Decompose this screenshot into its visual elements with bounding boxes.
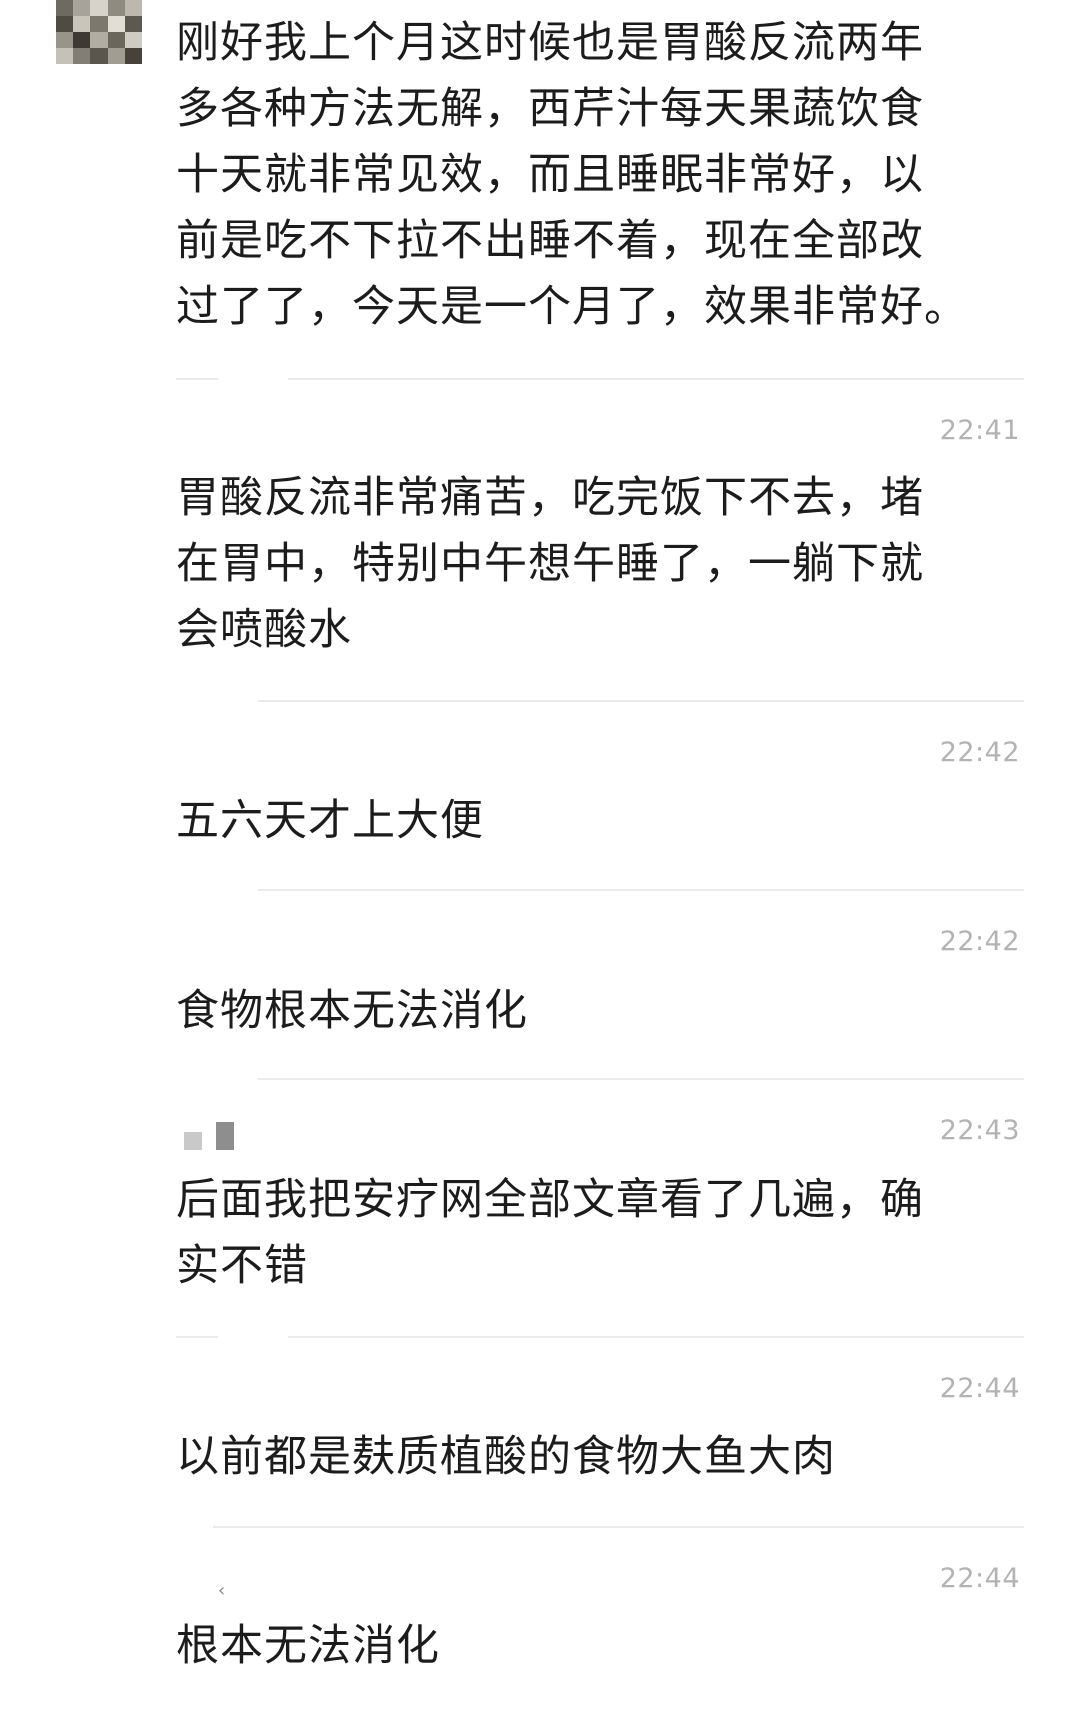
blurred-sender-name [184,1122,234,1150]
small-mark-icon: ‹ [218,1580,226,1601]
message-timestamp: 22:44 [939,1373,1020,1404]
message-text: 后面我把安疗网全部文章看了几遍，确 实不错 [176,1175,924,1291]
message-timestamp: 22:42 [939,737,1020,768]
divider [258,1078,1024,1080]
divider [258,889,1024,891]
message-text: 胃酸反流非常痛苦，吃完饭下不去，堵 在胃中，特别中午想午睡了，一躺下就 会喷酸水 [176,473,924,655]
message-timestamp: 22:42 [939,926,1020,957]
divider [258,700,1024,702]
message-text: 根本无法消化 [176,1621,440,1671]
avatar[interactable] [56,0,142,64]
divider [176,378,1024,380]
message-timestamp: 22:44 [939,1563,1020,1594]
message-text: 以前都是麸质植酸的食物大鱼大肉 [176,1432,836,1482]
message-text: 五六天才上大便 [176,796,484,846]
message-text: 刚好我上个月这时候也是胃酸反流两年 多各种方法无解，西芹汁每天果蔬饮食 十天就非… [176,18,968,332]
divider [213,1526,1024,1528]
message-timestamp: 22:41 [939,415,1020,446]
message-text: 食物根本无法消化 [176,986,528,1036]
message-timestamp: 22:43 [939,1115,1020,1146]
divider [176,1336,1024,1338]
